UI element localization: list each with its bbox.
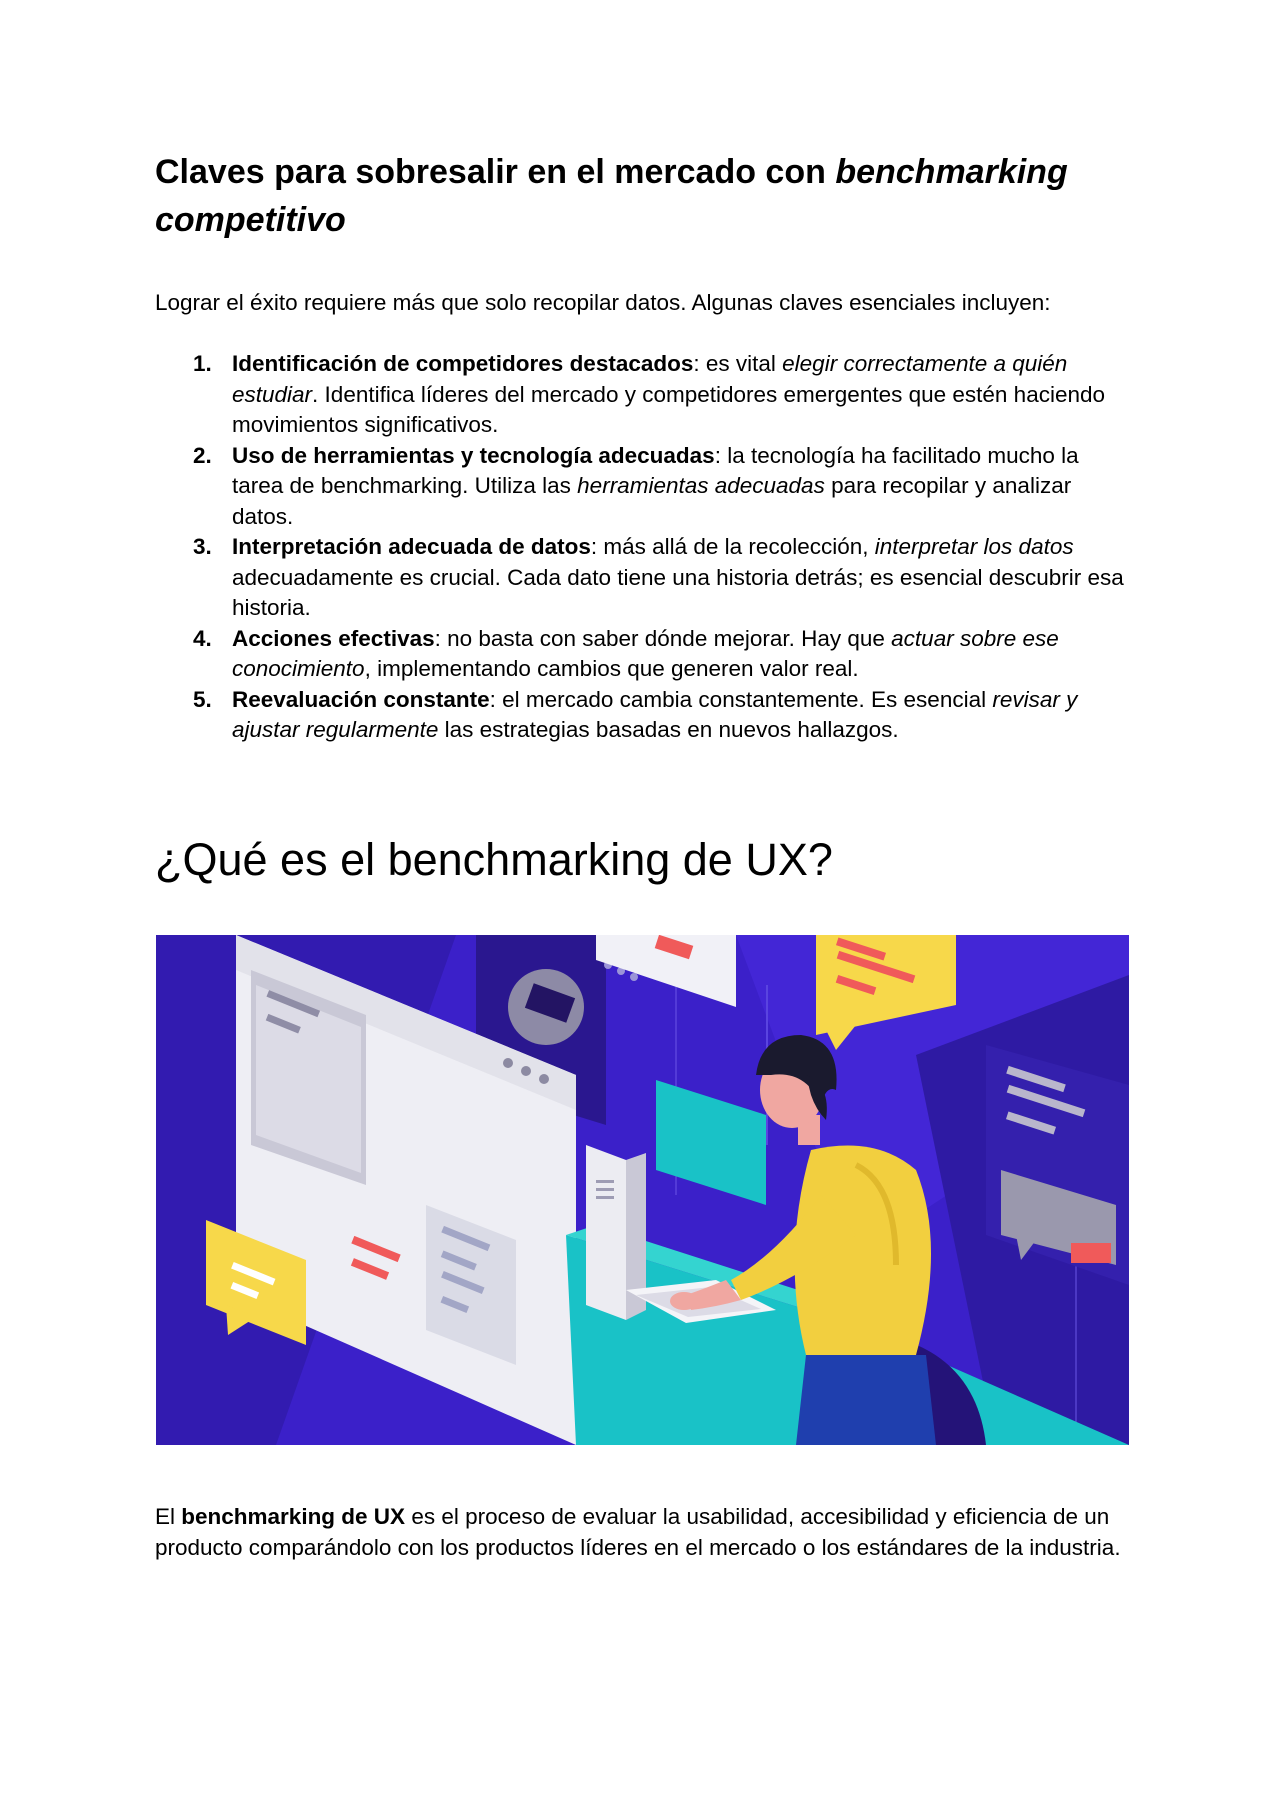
list-term: Interpretación adecuada de datos (232, 534, 591, 559)
list-item: 2. Uso de herramientas y tecnología adecu… (155, 441, 1125, 533)
section-heading: Claves para sobresalir en el mercado con… (155, 148, 1135, 244)
designer-at-computer-illustration (156, 935, 1129, 1445)
list-italic: interpretar los datos (874, 534, 1074, 559)
list-item: 5. Reevaluación constante: el mercado cam… (155, 685, 1125, 746)
list-item: 1. Identificación de competidores destaca… (155, 349, 1125, 441)
ux-paragraph-prefix: El (155, 1504, 182, 1529)
list-item: 3. Interpretación adecuada de datos: más … (155, 532, 1125, 624)
list-number: 2. (193, 442, 212, 468)
document-page: Claves para sobresalir en el mercado con… (0, 0, 1274, 1800)
list-number: 4. (193, 625, 212, 651)
list-text: las estrategias basadas en nuevos hallaz… (438, 717, 899, 742)
list-number: 3. (193, 534, 212, 559)
list-text: : más allá de la recolección, (590, 534, 875, 559)
list-term: Reevaluación constante (232, 686, 490, 712)
ux-paragraph-term: benchmarking de UX (181, 1504, 406, 1529)
list-text: : es vital (693, 351, 783, 376)
list-item: 4. Acciones efectivas: no basta con saber… (155, 624, 1125, 685)
list-term: Identificación de competidores destacado… (232, 351, 694, 376)
list-text: , implementando cambios que generen valo… (364, 656, 859, 681)
list-number: 5. (193, 686, 212, 712)
intro-paragraph: Lograr el éxito requiere más que solo re… (155, 290, 1051, 315)
keys-list: 1. Identificación de competidores destaca… (155, 349, 1125, 746)
list-italic: herramientas adecuadas (577, 473, 825, 498)
list-term: Uso de herramientas y tecnología adecuad… (232, 442, 715, 468)
ux-heading: ¿Qué es el benchmarking de UX? (155, 834, 833, 885)
list-text: . Identifica líderes del mercado y compe… (232, 381, 1106, 438)
list-number: 1. (193, 351, 212, 376)
ux-definition-paragraph: El benchmarking de UX es el proceso de e… (155, 1502, 1145, 1563)
section-heading-plain: Claves para sobresalir en el mercado con (155, 153, 836, 191)
list-text: adecuadamente es crucial. Cada dato tien… (232, 564, 1124, 621)
list-term: Acciones efectivas (232, 625, 435, 651)
list-text: : no basta con saber dónde mejorar. Hay … (434, 625, 892, 651)
list-text: : el mercado cambia constantemente. Es e… (489, 686, 993, 712)
